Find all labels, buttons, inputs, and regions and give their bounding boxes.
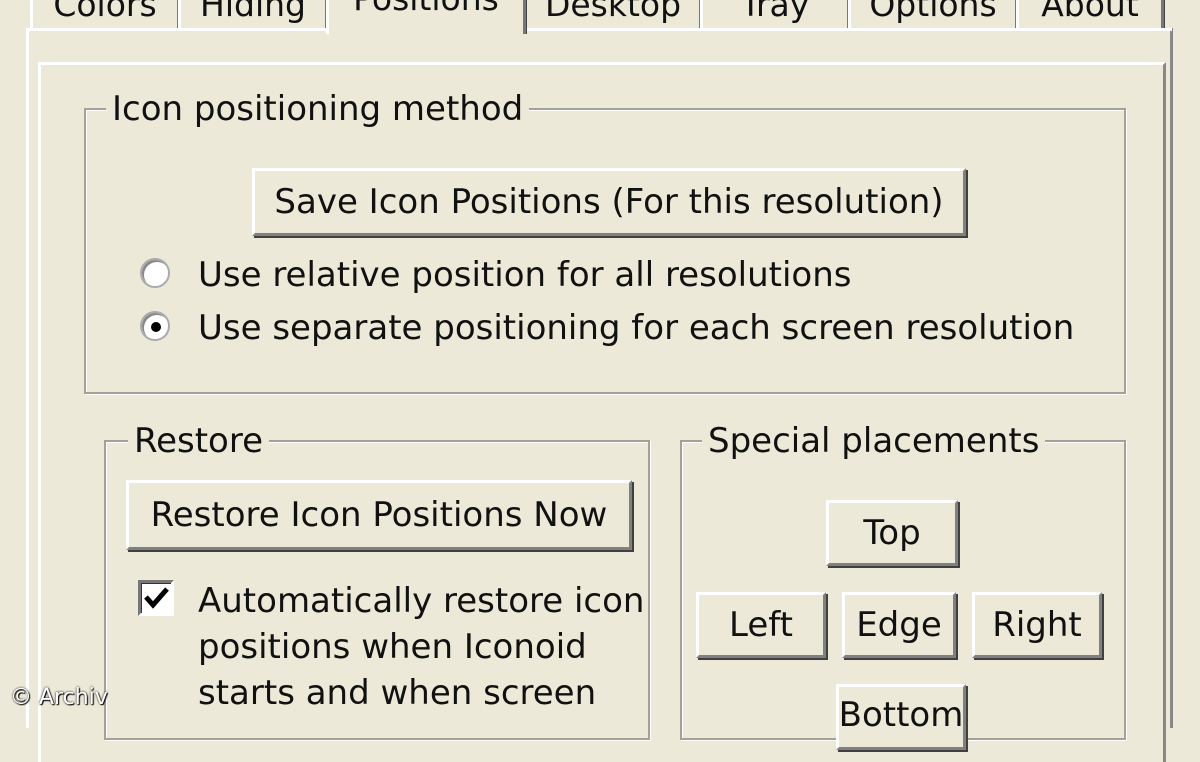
copyright-watermark: © Archiv xyxy=(10,685,108,710)
tab-options[interactable]: Options xyxy=(848,0,1018,30)
auto-restore-line-3: starts and when screen xyxy=(198,673,597,713)
special-placements-legend: Special placements xyxy=(702,421,1046,461)
radio-selected-dot xyxy=(151,322,161,332)
tab-desktop[interactable]: Desktop xyxy=(524,0,702,30)
auto-restore-label[interactable]: Automatically restore icon positions whe… xyxy=(198,578,644,716)
dialog-edge-left xyxy=(26,28,29,728)
radio-separate-positioning[interactable] xyxy=(140,311,170,341)
tab-colors[interactable]: Colors xyxy=(30,0,180,30)
save-icon-positions-button[interactable]: Save Icon Positions (For this resolution… xyxy=(252,168,966,236)
auto-restore-line-2: positions when Iconoid xyxy=(198,627,587,667)
restore-icon-positions-button[interactable]: Restore Icon Positions Now xyxy=(126,480,632,550)
auto-restore-line-1: Automatically restore icon xyxy=(198,581,645,621)
restore-legend: Restore xyxy=(128,421,270,461)
checkmark-icon xyxy=(144,587,169,609)
tabstrip-baseline xyxy=(28,28,1172,31)
tab-about[interactable]: About xyxy=(1016,0,1164,30)
place-edge-button[interactable]: Edge xyxy=(842,592,956,658)
auto-restore-checkbox[interactable] xyxy=(138,580,174,616)
radio-relative-label[interactable]: Use relative position for all resolution… xyxy=(198,255,851,295)
icon-positioning-legend: Icon positioning method xyxy=(106,89,530,129)
tab-positions[interactable]: Positions xyxy=(326,0,526,34)
place-top-button[interactable]: Top xyxy=(826,500,958,566)
place-bottom-button[interactable]: Bottom xyxy=(836,684,966,750)
icon-positioning-group xyxy=(84,108,1126,394)
radio-relative-position[interactable] xyxy=(140,258,170,288)
tab-tray[interactable]: Tray xyxy=(700,0,850,30)
dialog-edge-right xyxy=(1170,28,1173,728)
place-left-button[interactable]: Left xyxy=(696,592,826,658)
radio-separate-label[interactable]: Use separate positioning for each screen… xyxy=(198,308,1074,348)
place-right-button[interactable]: Right xyxy=(972,592,1102,658)
tab-hiding[interactable]: Hiding xyxy=(178,0,328,30)
